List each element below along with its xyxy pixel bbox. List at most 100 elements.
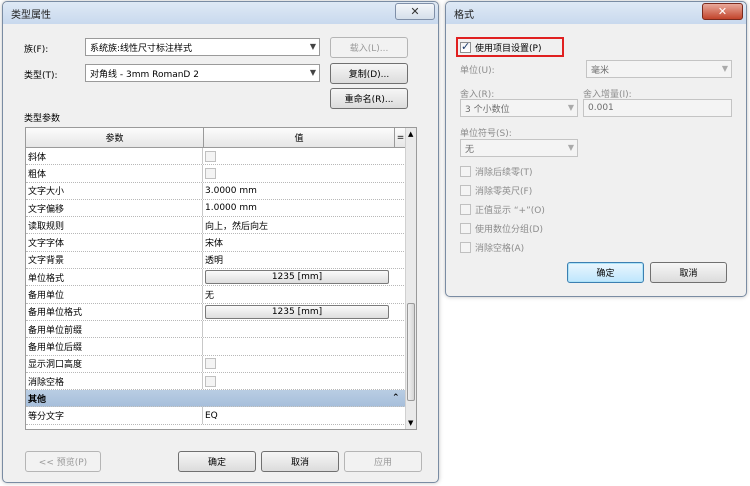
value-cell[interactable]: 1235 [mm]	[203, 304, 406, 320]
scroll-down-icon[interactable]: ▼	[408, 419, 413, 427]
checkbox-icon[interactable]	[460, 223, 471, 234]
checkbox-icon[interactable]	[205, 358, 216, 370]
option-show-plus[interactable]: 正值显示 “+”(O)	[460, 203, 545, 216]
value-cell[interactable]: 宋体	[203, 234, 406, 250]
value-cell[interactable]: 1.0000 mm	[203, 200, 406, 216]
param-cell: 其他	[28, 394, 47, 405]
family-select[interactable]: 系统族:线性尺寸标注样式 ▼	[85, 38, 320, 56]
checkbox-icon[interactable]	[460, 185, 471, 196]
table-row[interactable]: 单位格式 1235 [mm]	[26, 269, 406, 287]
cancel-button[interactable]: 取消	[261, 451, 339, 472]
unit-symbol-label: 单位符号(S):	[460, 129, 512, 139]
value-cell[interactable]: 1235 [mm]	[203, 269, 406, 285]
table-row[interactable]: 显示洞口高度	[26, 355, 406, 373]
checkbox-icon[interactable]	[460, 242, 471, 253]
close-icon[interactable]: ✕	[395, 3, 435, 20]
table-row[interactable]: 备用单位无	[26, 286, 406, 304]
checkbox-icon[interactable]	[205, 167, 216, 179]
units-select[interactable]: 毫米 ▼	[586, 60, 732, 78]
type-params-label: 类型参数	[24, 114, 61, 124]
format-dialog: 格式 ✕ 使用项目设置(P) 单位(U): 毫米 ▼ 舍入(R): 3 个小数位…	[445, 1, 747, 297]
format-titlebar: 格式	[446, 2, 746, 24]
param-cell: 等分文字	[26, 407, 203, 424]
rounding-increment-input[interactable]: 0.001	[583, 99, 732, 117]
value-column-header[interactable]: 值	[204, 128, 395, 147]
value-text: 1.0000 mm	[205, 203, 257, 214]
param-cell: 备用单位后缀	[26, 338, 203, 355]
value-cell[interactable]: EQ	[203, 407, 406, 423]
checkbox-icon[interactable]	[460, 204, 471, 215]
rename-button[interactable]: 重命名(R)...	[330, 88, 408, 109]
table-row[interactable]: 粗体	[26, 165, 406, 183]
format-ok-button[interactable]: 确定	[567, 262, 644, 283]
chevron-down-icon: ▼	[567, 143, 574, 152]
value-cell[interactable]	[203, 338, 406, 354]
value-cell[interactable]	[203, 373, 406, 389]
dialog-title: 格式	[454, 9, 474, 21]
chevron-down-icon: ▼	[309, 42, 316, 51]
highlight-box	[456, 37, 564, 57]
unit-format-button[interactable]: 1235 [mm]	[205, 304, 389, 319]
param-cell: 单位格式	[26, 269, 203, 286]
unit-format-button[interactable]: 1235 [mm]	[205, 270, 389, 285]
checkbox-icon[interactable]	[205, 375, 216, 387]
apply-button[interactable]: 应用	[344, 451, 422, 472]
value-cell[interactable]	[203, 321, 406, 337]
collapse-icon[interactable]: ⌃	[392, 390, 406, 406]
value-text: 无	[205, 291, 215, 302]
value-cell[interactable]	[203, 148, 406, 164]
table-row[interactable]: 文字偏移 1.0000 mm	[26, 199, 406, 218]
table-row[interactable]: 备用单位后缀	[26, 338, 406, 356]
table-row[interactable]: 消除空格	[26, 372, 406, 391]
value-text: 透明	[205, 256, 224, 267]
param-cell: 显示洞口高度	[26, 355, 203, 372]
param-cell: 备用单位前缀	[26, 320, 203, 338]
grid-scrollbar[interactable]: ▲ ▼	[405, 128, 416, 429]
value-cell[interactable]: 透明	[203, 252, 406, 268]
dialog-title: 类型属性	[11, 9, 51, 21]
value-text: 宋体	[205, 239, 224, 250]
table-row[interactable]: 备用单位格式 1235 [mm]	[26, 303, 406, 321]
close-icon[interactable]: ✕	[702, 3, 743, 20]
value-text: EQ	[205, 410, 218, 421]
chevron-down-icon: ▼	[567, 103, 574, 112]
type-params-grid: 参数 值 = 斜体 粗体 文字大小 3.0000 mm 文字偏移 1.0000 mm 读取规…	[25, 127, 417, 430]
type-select[interactable]: 对角线 - 3mm RomanD 2 ▼	[85, 64, 320, 82]
format-cancel-button[interactable]: 取消	[650, 262, 727, 283]
ok-button[interactable]: 确定	[178, 451, 256, 472]
option-suppress-trailing-zeros[interactable]: 消除后续零(T)	[460, 165, 533, 178]
grid-group-row[interactable]: 其他 ⌃	[26, 390, 406, 408]
checkbox-icon[interactable]	[460, 166, 471, 177]
table-row[interactable]: 斜体	[26, 148, 406, 166]
option-suppress-spaces[interactable]: 消除空格(A)	[460, 241, 524, 254]
value-cell[interactable]: 向上，然后向左	[203, 217, 406, 233]
load-button[interactable]: 载入(L)...	[330, 37, 408, 58]
value-cell[interactable]: 无	[203, 286, 406, 302]
table-row[interactable]: 等分文字 EQ	[26, 407, 406, 425]
type-label: 类型(T):	[24, 71, 58, 81]
option-suppress-zero-feet[interactable]: 消除零英尺(F)	[460, 184, 532, 197]
table-row[interactable]: 备用单位前缀	[26, 320, 406, 339]
value-cell[interactable]	[203, 165, 406, 181]
param-column-header[interactable]: 参数	[26, 128, 204, 147]
value-cell[interactable]: 3.0000 mm	[203, 183, 406, 199]
param-cell: 粗体	[26, 165, 203, 182]
param-cell: 备用单位	[26, 286, 203, 303]
checkbox-icon[interactable]	[205, 150, 216, 162]
table-row[interactable]: 读取规则 向上，然后向左	[26, 217, 406, 235]
param-cell: 备用单位格式	[26, 303, 203, 320]
scroll-up-icon[interactable]: ▲	[408, 130, 413, 138]
scrollbar-thumb[interactable]	[407, 303, 415, 401]
table-row[interactable]: 文字背景 透明	[26, 251, 406, 270]
value-cell[interactable]	[203, 356, 406, 372]
duplicate-button[interactable]: 复制(D)...	[330, 63, 408, 84]
table-row[interactable]: 文字大小 3.0000 mm	[26, 182, 406, 200]
option-digit-grouping[interactable]: 使用数位分组(D)	[460, 222, 543, 235]
rounding-select[interactable]: 3 个小数位 ▼	[460, 99, 578, 117]
param-cell: 读取规则	[26, 217, 203, 234]
preview-button[interactable]: << 预览(P)	[25, 451, 101, 472]
grid-header: 参数 值 =	[26, 128, 406, 148]
chevron-down-icon: ▼	[721, 64, 728, 73]
unit-symbol-select[interactable]: 无 ▼	[460, 139, 578, 157]
table-row[interactable]: 文字字体 宋体	[26, 234, 406, 252]
